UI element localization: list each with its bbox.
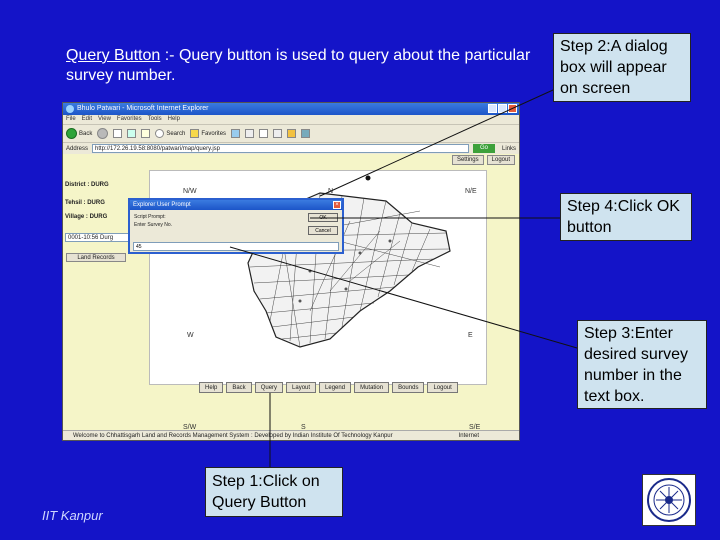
window-title: Bhulo Patwari - Microsoft Internet Explo…	[77, 105, 209, 112]
menu-view[interactable]: View	[98, 115, 111, 124]
address-field[interactable]: http://172.26.19.58:8080/patwari/map/que…	[92, 144, 469, 153]
bottom-buttons: Help Back Query Layout Legend Mutation B…	[199, 382, 458, 393]
maximize-icon[interactable]	[498, 104, 507, 113]
prompt-dialog: Explorer User Prompt × Script Prompt: En…	[128, 198, 344, 254]
direction-w: W	[187, 332, 194, 339]
favorites-button[interactable]: Favorites	[190, 129, 226, 138]
status-bar: Welcome to Chhattisgarh Land and Records…	[63, 430, 519, 440]
media-icon[interactable]	[231, 129, 241, 138]
dialog-ok-button[interactable]: OK	[308, 213, 338, 222]
mail-icon[interactable]	[245, 129, 255, 138]
layout-button[interactable]: Layout	[286, 382, 317, 393]
address-bar: Address http://172.26.19.58:8080/patwari…	[63, 142, 519, 154]
logout-top-button[interactable]: Logout	[486, 155, 515, 165]
mutation-button[interactable]: Mutation	[354, 382, 390, 393]
menu-tools[interactable]: Tools	[148, 115, 162, 124]
dialog-cancel-button[interactable]: Cancel	[308, 226, 338, 235]
direction-ne: N/E	[465, 188, 477, 195]
address-label: Address	[66, 145, 89, 152]
direction-e: E	[468, 332, 473, 339]
folder-icon[interactable]	[287, 129, 297, 138]
intro-text: Query Button :- Query button is used to …	[66, 46, 536, 86]
favorites-label: Favorites	[201, 130, 227, 137]
settings-button[interactable]: Settings	[451, 155, 484, 165]
dialog-script-label: Script Prompt:	[134, 214, 166, 220]
dialog-titlebar: Explorer User Prompt ×	[130, 200, 342, 210]
forward-arrow-icon[interactable]	[97, 128, 109, 139]
help-button[interactable]: Help	[199, 382, 224, 393]
village-label: Village : DURG	[65, 214, 108, 220]
star-icon	[190, 129, 200, 138]
messenger-icon[interactable]	[301, 129, 311, 138]
close-icon[interactable]	[508, 104, 517, 113]
menu-favorites[interactable]: Favorites	[117, 115, 142, 124]
search-label: Search	[166, 130, 186, 137]
window-controls	[488, 104, 517, 113]
callout-step1: Step 1:Click on Query Button	[205, 467, 343, 517]
tehsil-label: Tehsil : DURG	[65, 200, 105, 206]
status-zone: Internet	[458, 433, 479, 439]
slide: Query Button :- Query button is used to …	[0, 0, 720, 540]
dialog-close-icon[interactable]: ×	[333, 201, 341, 209]
back-arrow-icon	[66, 128, 77, 139]
back-button[interactable]: Back	[66, 128, 92, 139]
legend-button[interactable]: Legend	[319, 382, 352, 393]
land-records-button[interactable]: Land Records	[66, 253, 126, 262]
survey-number-input[interactable]: 45	[133, 242, 339, 251]
seal-graphic	[647, 478, 691, 522]
edit-icon[interactable]	[273, 129, 283, 138]
dialog-message: Enter Survey No.	[134, 222, 173, 228]
search-icon	[155, 129, 165, 138]
browser-titlebar: Bhulo Patwari - Microsoft Internet Explo…	[63, 103, 519, 115]
home-icon[interactable]	[141, 129, 151, 138]
back-label: Back	[79, 130, 93, 137]
institute-seal-icon	[642, 474, 696, 526]
go-button[interactable]: Go	[472, 144, 495, 153]
callout-step4: Step 4:Click OK button	[560, 193, 692, 241]
footer-institution: IIT Kanpur	[42, 508, 103, 523]
district-label: District : DURG	[65, 182, 109, 188]
print-icon[interactable]	[259, 129, 269, 138]
browser-window: Bhulo Patwari - Microsoft Internet Explo…	[62, 102, 520, 441]
stop-icon[interactable]	[113, 129, 123, 138]
browser-toolbar: Back Search Favorites	[63, 124, 519, 142]
logout-button[interactable]: Logout	[427, 382, 458, 393]
search-button[interactable]: Search	[155, 129, 185, 138]
refresh-icon[interactable]	[127, 129, 137, 138]
menu-file[interactable]: File	[66, 115, 76, 124]
back-page-button[interactable]: Back	[226, 382, 252, 393]
ie-logo-icon	[66, 105, 74, 113]
links-label[interactable]: Links	[502, 146, 516, 152]
direction-n: N	[328, 188, 334, 195]
dialog-title: Explorer User Prompt	[133, 202, 191, 208]
menu-bar: File Edit View Favorites Tools Help	[63, 115, 519, 124]
callout-step3: Step 3:Enter desired survey number in th…	[577, 320, 707, 409]
status-text: Welcome to Chhattisgarh Land and Records…	[73, 433, 393, 439]
callout-step2: Step 2:A dialog box will appear on scree…	[553, 33, 691, 102]
top-actions: Settings Logout	[451, 155, 515, 165]
bounds-button[interactable]: Bounds	[392, 382, 425, 393]
left-panel: District : DURG Tehsil : DURG Village : …	[63, 154, 147, 430]
menu-help[interactable]: Help	[168, 115, 180, 124]
minimize-icon[interactable]	[488, 104, 497, 113]
menu-edit[interactable]: Edit	[82, 115, 92, 124]
intro-term: Query Button	[66, 47, 161, 64]
direction-nw: N/W	[183, 188, 197, 195]
query-button[interactable]: Query	[254, 382, 284, 393]
